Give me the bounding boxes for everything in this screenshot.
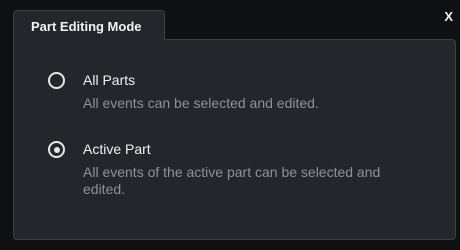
radio-icon-selected[interactable] <box>48 141 65 158</box>
option-description: All events can be selected and edited. <box>83 95 319 111</box>
tab-title: Part Editing Mode <box>31 19 142 34</box>
tab-part-editing-mode[interactable]: Part Editing Mode <box>13 10 165 40</box>
part-editing-mode-dialog: Part Editing Mode X All Parts All events… <box>0 0 460 250</box>
option-description: All events of the active part can be sel… <box>83 164 381 197</box>
close-button[interactable]: X <box>444 10 453 24</box>
options-panel: All Parts All events can be selected and… <box>13 39 456 240</box>
radio-icon-unselected[interactable] <box>48 72 65 89</box>
option-label: All Parts <box>83 72 136 88</box>
radio-selected-dot <box>53 146 60 153</box>
option-label: Active Part <box>83 141 151 157</box>
